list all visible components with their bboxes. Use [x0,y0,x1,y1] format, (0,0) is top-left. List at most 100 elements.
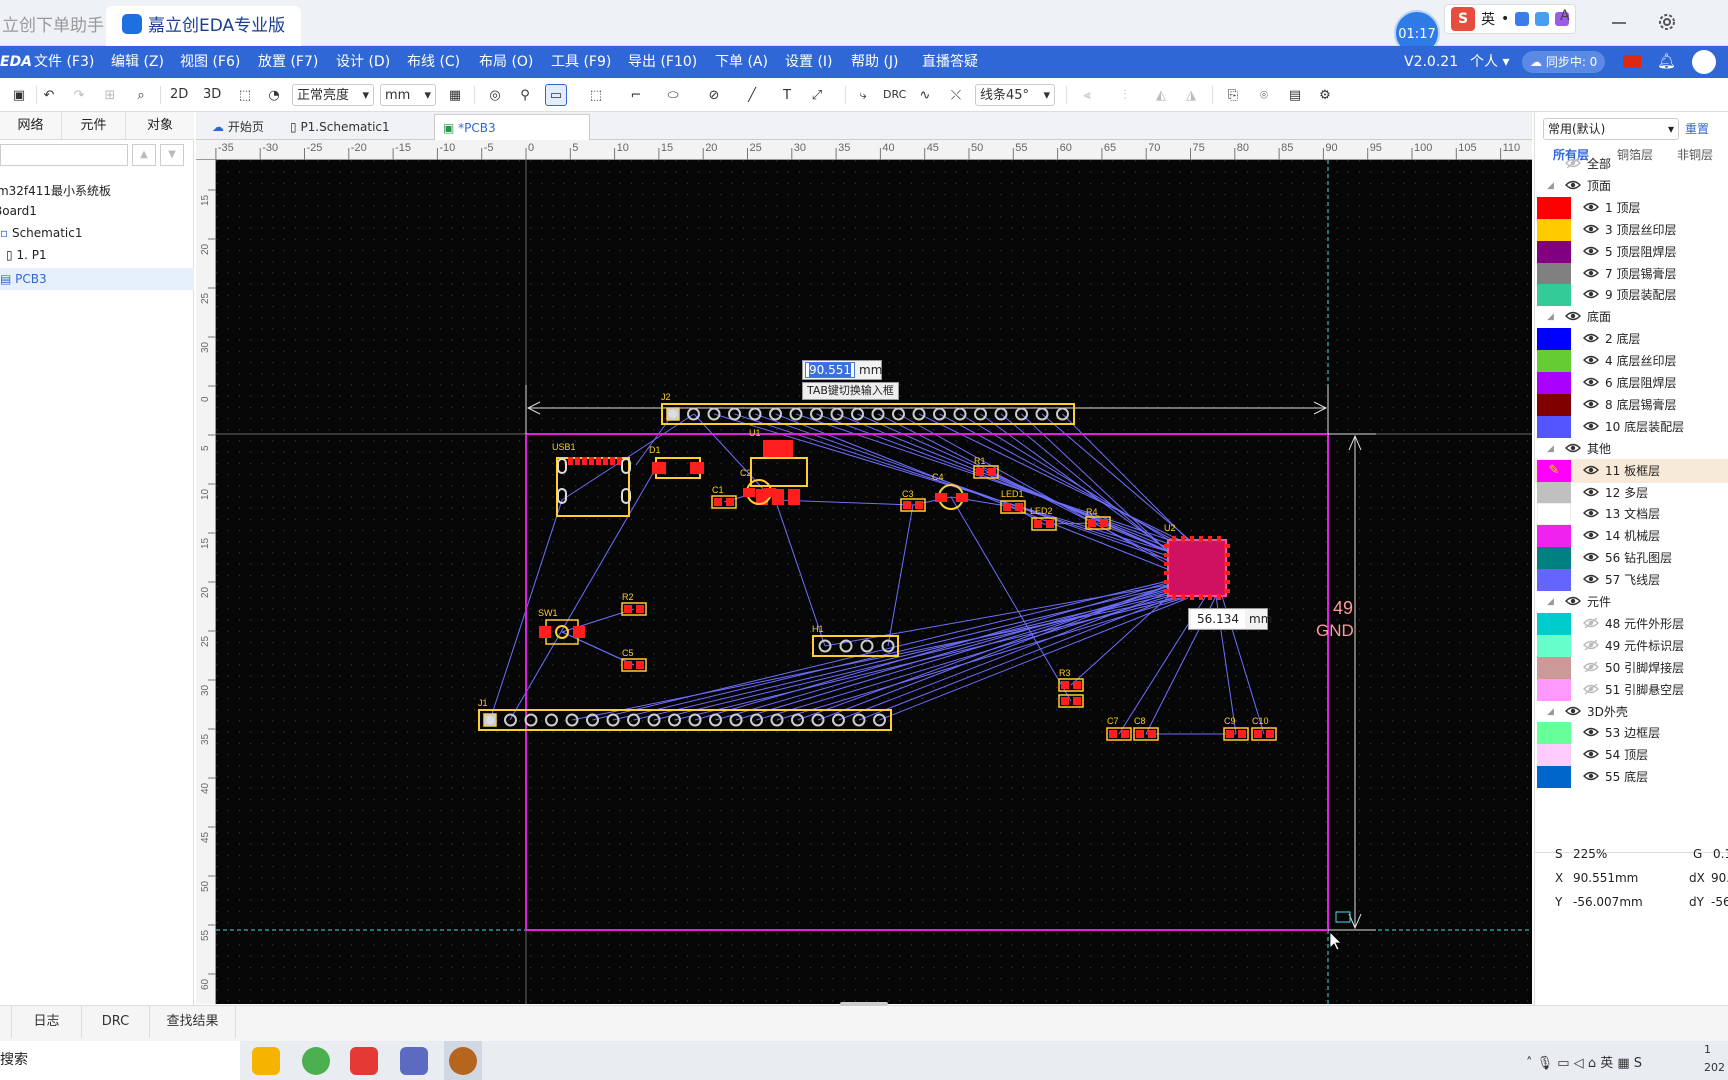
eye-icon[interactable] [1583,726,1599,738]
eye-icon[interactable] [1583,551,1599,563]
layer-row[interactable]: 57 飞线层 [1535,568,1728,592]
layer-color-swatch[interactable] [1537,372,1571,394]
taskbar-search[interactable]: 搜索 [0,1041,240,1080]
brightness-select[interactable]: 正常亮度 ▾ [292,84,374,106]
layer-color-swatch[interactable] [1537,612,1571,635]
tab-jlc-eda-pro[interactable]: 嘉立创EDA专业版 [106,6,302,46]
menu-live-qa[interactable]: 直播答疑 [922,46,978,78]
ime-skin-icon[interactable] [1535,12,1550,26]
layer-color-swatch[interactable] [1537,722,1571,745]
eye-icon[interactable] [1583,529,1599,541]
layer-color-swatch[interactable] [1537,393,1571,416]
ime-language[interactable]: 英 [1481,9,1495,29]
tree-down-button[interactable]: ▼ [160,144,184,166]
eye-icon[interactable] [1583,288,1599,300]
tab-components[interactable]: 元件 [62,112,126,140]
menu-tools[interactable]: 工具 (F9) [551,46,611,78]
pin-icon[interactable]: ⚲ [514,84,536,106]
window-minimize-icon[interactable] [1607,10,1631,34]
tab-nets[interactable]: 网络 [0,112,62,140]
layer-color-swatch[interactable] [1537,415,1571,438]
eye-icon[interactable] [1583,223,1599,235]
layer-color-swatch[interactable] [1537,525,1571,548]
font-size-icon[interactable]: A [1560,8,1570,24]
layer-row[interactable]: 9 顶层装配层 [1535,283,1728,307]
browser-icon[interactable] [302,1047,330,1075]
save-icon[interactable]: ▣ [8,84,30,106]
pcb-drawing[interactable]: J2 USB1 D1 U1 C2 C1 C3 C4 R1 LED1 LED2 R4 U2 SW1 R2 C5 H… [216,160,1532,1004]
layer-row[interactable]: 4 底层丝印层 [1535,349,1728,373]
brightness-icon[interactable]: ◔ [263,84,285,106]
layer-row[interactable]: ◢ 其他 [1535,437,1728,461]
user-avatar[interactable] [1692,50,1716,74]
expand-arrow-icon[interactable]: ◢ [1547,700,1554,724]
camera-icon[interactable]: ⌾ [1253,84,1275,106]
group-icon[interactable]: ⊞ [99,84,121,106]
eye-hidden-icon[interactable] [1583,683,1599,695]
layer-color-swatch[interactable] [1537,744,1571,767]
menu-view[interactable]: 视图 (F6) [180,46,240,78]
via-icon[interactable]: ◎ [484,84,506,106]
menu-route[interactable]: 布线 (C) [407,46,460,78]
toolbar-settings-icon[interactable]: ⚙ [1314,84,1336,106]
menu-design[interactable]: 设计 (D) [336,46,390,78]
doc-tab-start[interactable]: ☁ 开始页 [204,114,272,140]
eye-icon[interactable] [1583,245,1599,257]
layer-color-swatch[interactable] [1537,766,1571,789]
tree-item-pcb[interactable]: ▤ PCB3 [0,268,194,290]
eye-icon[interactable] [1583,376,1599,388]
eye-icon[interactable] [1583,332,1599,344]
unit-select[interactable]: mm ▾ [380,84,436,106]
layer-row[interactable]: 13 文档层 [1535,502,1728,526]
layer-color-swatch[interactable] [1537,569,1571,592]
layer-color-swatch[interactable] [1537,634,1571,657]
ellipse-icon[interactable]: ⬭ [662,84,684,106]
tree-item-page[interactable]: ▯ 1. P1 [6,248,47,262]
dimension-icon[interactable]: ⤢ [806,84,828,106]
eye-hidden-icon[interactable] [1565,157,1581,169]
notification-bell-icon[interactable]: 🔔︎ [1657,52,1676,70]
align-top-icon[interactable]: ⫶ [1114,84,1136,106]
tray-icons[interactable]: ˄ 🎙︎ ▭ ◁ ⌂ 英 ▦ S [1526,1052,1642,1071]
layer-row[interactable]: ◢ 元件 [1535,590,1728,614]
layer-color-swatch[interactable] [1537,284,1571,307]
tab-order-assistant[interactable]: 立创下单助手 [0,6,120,46]
ime-toolbar[interactable]: S 英 • [1444,4,1577,34]
layer-color-swatch[interactable] [1537,547,1571,570]
tree-item-project[interactable]: stm32f411最小系统板 [0,182,111,199]
layer-row[interactable]: 48 元件外形层 [1535,612,1728,636]
zoom-fit-icon[interactable]: ⌕ [130,84,152,106]
grid-icon[interactable]: ▦ [444,84,466,106]
route-mode-icon[interactable]: ⤬ [945,84,967,106]
eye-icon[interactable] [1583,420,1599,432]
menu-file[interactable]: 文件 (F3) [34,46,94,78]
align-left-icon[interactable]: ⫷ [1076,84,1098,106]
flip-h-icon[interactable]: ◭ [1150,84,1172,106]
eye-hidden-icon[interactable] [1583,617,1599,629]
dimension-height-editor[interactable]: 56.134 mm [1188,608,1272,630]
region-icon[interactable]: ⬚ [585,84,607,106]
layer-row[interactable]: 56 钻孔图层 [1535,546,1728,570]
layer-row[interactable]: ◢ 底面 [1535,305,1728,329]
layer-row[interactable]: ✎ 11 板框层 [1535,458,1728,483]
bottom-tab-log[interactable]: 日志 [12,1006,82,1038]
layer-row[interactable]: 54 顶层 [1535,743,1728,767]
layer-row[interactable]: 49 元件标识层 [1535,634,1728,658]
eye-icon[interactable] [1583,267,1599,279]
layer-color-swatch[interactable] [1537,328,1571,351]
eye-hidden-icon[interactable] [1583,661,1599,673]
tree-up-button[interactable]: ▲ [132,144,156,166]
eye-icon[interactable] [1583,770,1599,782]
view-2d-button[interactable]: 2D [170,84,188,106]
layer-color-swatch[interactable] [1537,350,1571,373]
menu-order[interactable]: 下单 (A) [715,46,768,78]
layer-row[interactable]: 53 边框层 [1535,721,1728,745]
layer-row[interactable]: 50 引脚焊接层 [1535,656,1728,680]
menu-settings[interactable]: 设置 (I) [785,46,833,78]
layer-row[interactable]: 2 底层 [1535,327,1728,351]
bottom-tab-drc[interactable]: DRC [82,1006,150,1038]
wps-icon[interactable] [350,1047,378,1075]
doc-tab-schematic[interactable]: ▯ P1.Schematic1 [282,114,398,140]
layer-color-swatch[interactable] [1537,678,1571,701]
layer-color-swatch[interactable] [1537,481,1571,504]
